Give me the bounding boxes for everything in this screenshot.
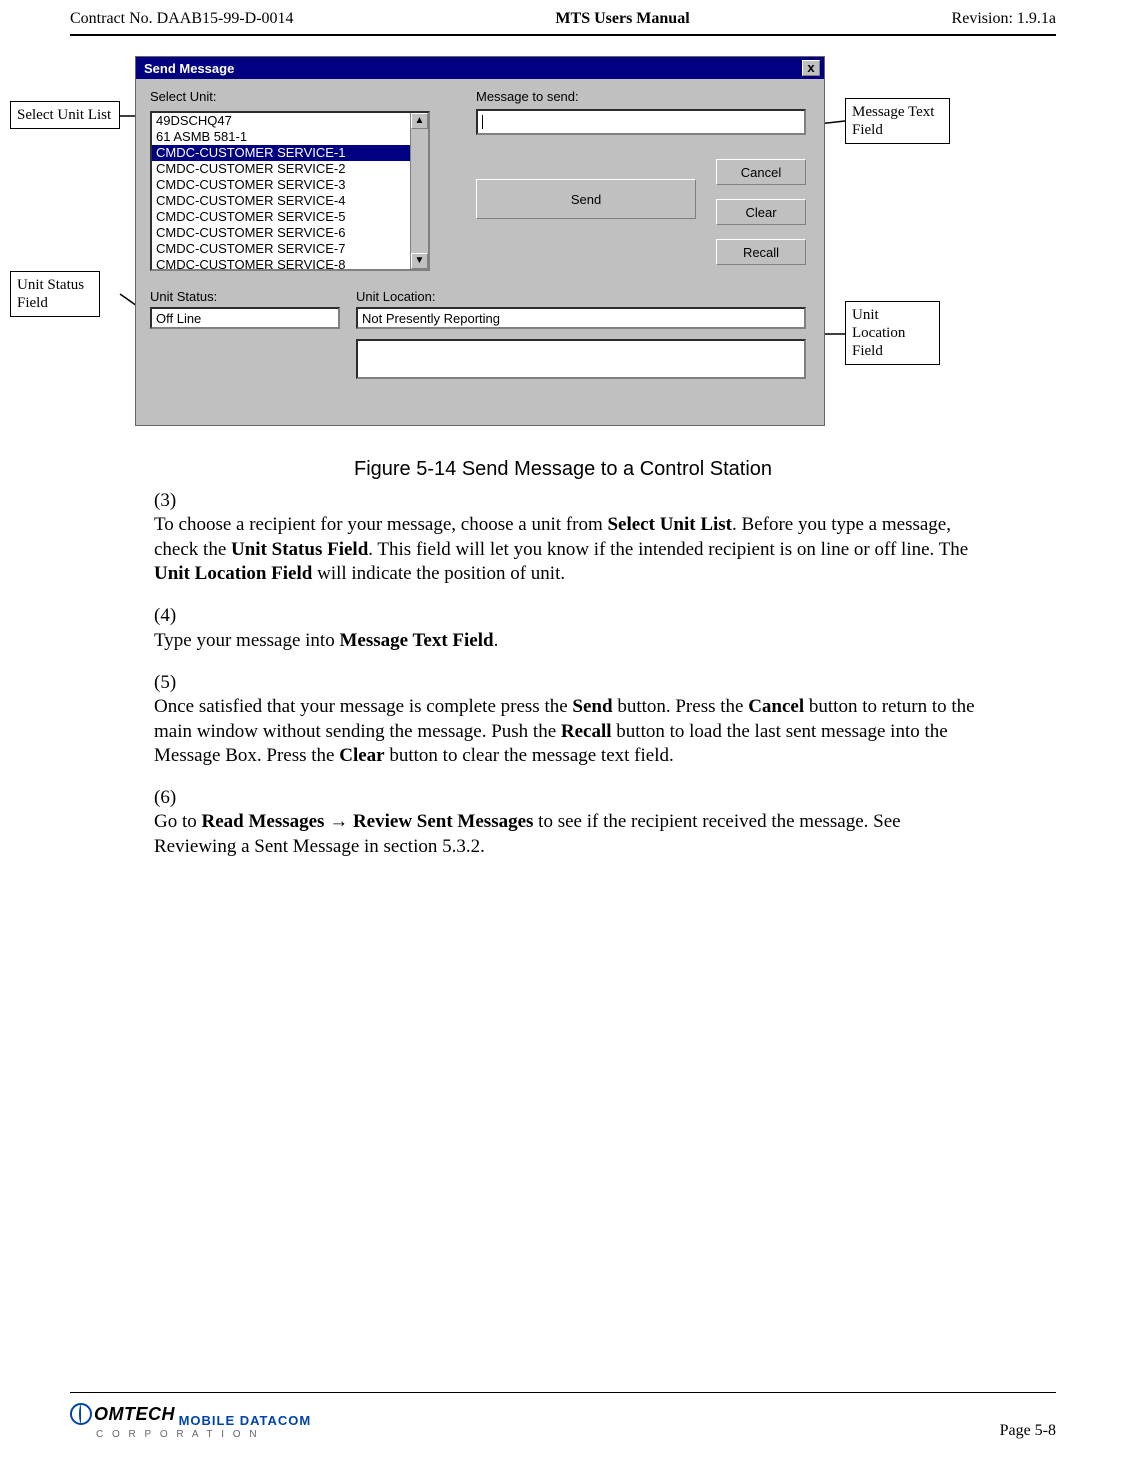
company-logo: OMTECH MOBILE DATACOM C O R P O R A T I … <box>70 1403 311 1440</box>
page-number: Page 5-8 <box>1000 1422 1056 1440</box>
header-rule <box>70 34 1056 36</box>
unit-location-extra-field <box>356 339 806 379</box>
contract-no: Contract No. DAAB15-99-D-0014 <box>70 10 294 28</box>
send-message-dialog: Send Message x Select Unit: 49DSCHQ4761 … <box>135 56 825 426</box>
paragraph-3: (3) To choose a recipient for your messa… <box>154 489 1016 586</box>
para-number: (5) <box>154 671 190 695</box>
paragraph-4: (4) Type your message into Message Text … <box>154 604 1016 653</box>
message-text-field[interactable] <box>476 109 806 135</box>
select-unit-label: Select Unit: <box>150 89 216 104</box>
logo-brand-1: OMTECH <box>94 1404 175 1425</box>
scroll-down-button[interactable]: ▼ <box>411 253 428 269</box>
cancel-button[interactable]: Cancel <box>716 159 806 185</box>
unit-status-field: Off Line <box>150 307 340 329</box>
doc-title: MTS Users Manual <box>555 10 689 28</box>
para-number: (3) <box>154 489 190 513</box>
list-item[interactable]: CMDC-CUSTOMER SERVICE-4 <box>152 193 410 209</box>
logo-brand-3: C O R P O R A T I O N <box>96 1429 260 1440</box>
unit-location-field: Not Presently Reporting <box>356 307 806 329</box>
list-item[interactable]: 61 ASMB 581-1 <box>152 129 410 145</box>
callout-message-text-field: Message Text Field <box>845 98 950 144</box>
clear-button[interactable]: Clear <box>716 199 806 225</box>
select-unit-list[interactable]: 49DSCHQ4761 ASMB 581-1CMDC-CUSTOMER SERV… <box>150 111 430 271</box>
send-button[interactable]: Send <box>476 179 696 219</box>
paragraph-5: (5) Once satisfied that your message is … <box>154 671 1016 768</box>
para-number: (6) <box>154 786 190 810</box>
recall-button[interactable]: Recall <box>716 239 806 265</box>
unit-location-label: Unit Location: <box>356 289 436 304</box>
body-text: (3) To choose a recipient for your messa… <box>154 489 1016 859</box>
list-item[interactable]: CMDC-CUSTOMER SERVICE-2 <box>152 161 410 177</box>
callout-unit-location-field: Unit Location Field <box>845 301 940 365</box>
paragraph-6: (6) Go to Read Messages → Review Sent Me… <box>154 786 1016 859</box>
list-item[interactable]: CMDC-CUSTOMER SERVICE-5 <box>152 209 410 225</box>
footer-rule <box>70 1392 1056 1393</box>
list-item[interactable]: CMDC-CUSTOMER SERVICE-7 <box>152 241 410 257</box>
revision: Revision: 1.9.1a <box>952 10 1056 28</box>
close-button[interactable]: x <box>802 60 820 76</box>
list-item[interactable]: CMDC-CUSTOMER SERVICE-8 <box>152 257 410 269</box>
figure-5-14: Select Unit List Unit Status Field Messa… <box>70 56 1056 446</box>
list-item[interactable]: CMDC-CUSTOMER SERVICE-3 <box>152 177 410 193</box>
document-header: Contract No. DAAB15-99-D-0014 MTS Users … <box>70 10 1056 34</box>
scrollbar[interactable]: ▲ ▼ <box>410 113 428 269</box>
figure-caption: Figure 5-14 Send Message to a Control St… <box>70 458 1056 481</box>
document-footer: OMTECH MOBILE DATACOM C O R P O R A T I … <box>70 1392 1056 1440</box>
para-number: (4) <box>154 604 190 628</box>
callout-select-unit-list: Select Unit List <box>10 101 120 129</box>
scroll-up-button[interactable]: ▲ <box>411 113 428 129</box>
list-item[interactable]: CMDC-CUSTOMER SERVICE-6 <box>152 225 410 241</box>
logo-brand-2: MOBILE DATACOM <box>179 1413 312 1428</box>
dialog-title: Send Message <box>144 61 234 76</box>
unit-status-label: Unit Status: <box>150 289 217 304</box>
list-item[interactable]: 49DSCHQ47 <box>152 113 410 129</box>
globe-icon <box>70 1403 92 1425</box>
message-to-send-label: Message to send: <box>476 89 579 104</box>
list-item[interactable]: CMDC-CUSTOMER SERVICE-1 <box>152 145 410 161</box>
callout-unit-status-field: Unit Status Field <box>10 271 100 317</box>
dialog-titlebar: Send Message x <box>136 57 824 79</box>
